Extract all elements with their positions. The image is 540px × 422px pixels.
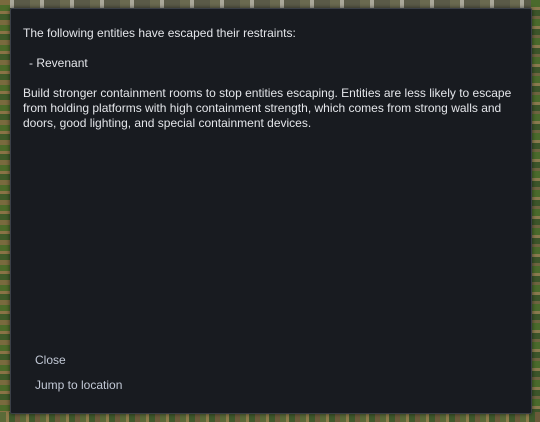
game-world-left-edge [0, 0, 10, 422]
containment-advice-text: Build stronger containment rooms to stop… [23, 86, 512, 130]
close-button[interactable]: Close [35, 353, 122, 368]
escaped-entity-item: - Revenant [29, 56, 88, 70]
entity-escape-letter-dialog: The following entities have escaped thei… [10, 8, 532, 414]
jump-to-location-button[interactable]: Jump to location [35, 378, 122, 393]
dialog-actions: Close Jump to location [35, 353, 122, 403]
dialog-body: The following entities have escaped thei… [23, 26, 515, 131]
intro-text: The following entities have escaped thei… [23, 26, 296, 40]
game-world-right-edge [531, 0, 540, 422]
game-world-top-edge [0, 0, 540, 8]
